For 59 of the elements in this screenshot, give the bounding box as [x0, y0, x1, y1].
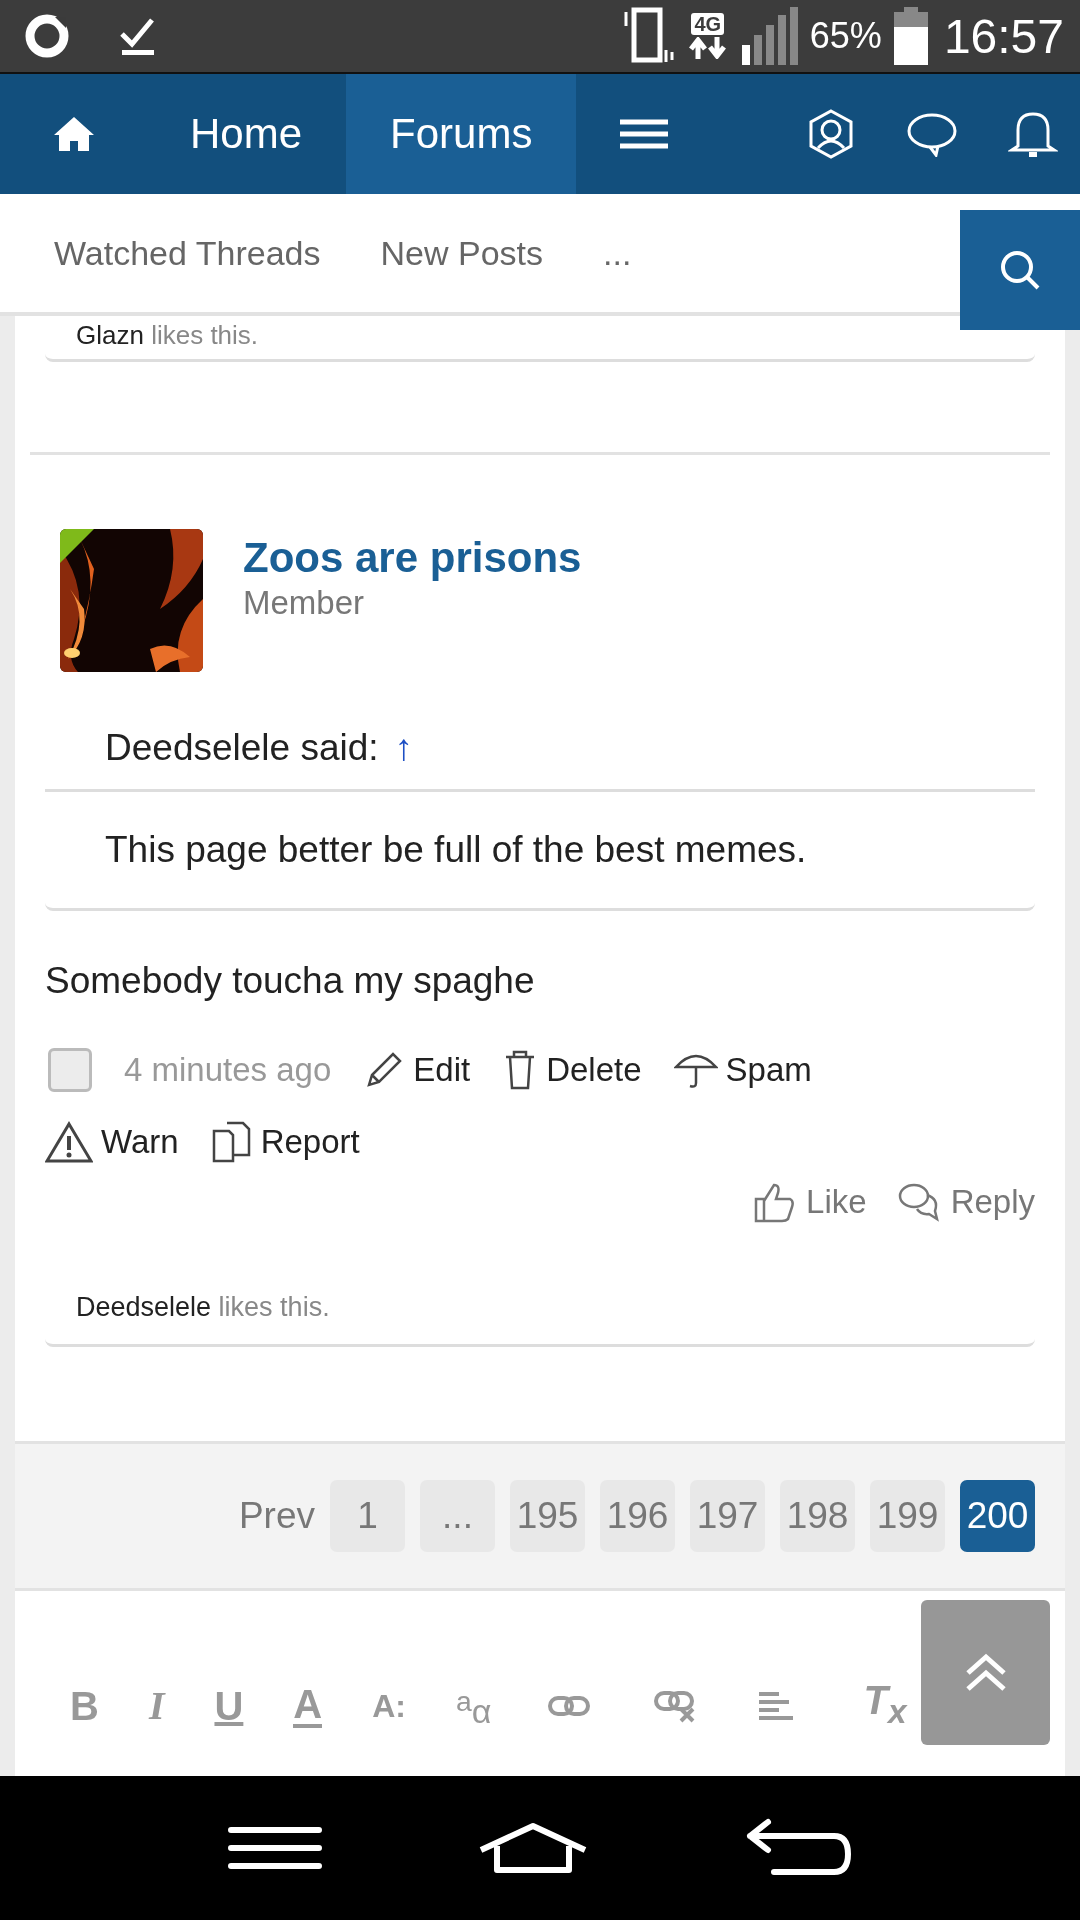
- quote-text: This page better be full of the best memes.: [105, 829, 807, 870]
- search-button[interactable]: [960, 210, 1080, 330]
- subnav-link[interactable]: New Posts: [380, 233, 543, 273]
- page-button[interactable]: 195: [510, 1480, 585, 1552]
- toolbar-button[interactable]: A: [293, 1684, 323, 1728]
- like-link[interactable]: Like: [752, 1178, 867, 1226]
- home-icon[interactable]: [477, 1822, 589, 1874]
- likes-summary: Glazn likes this.: [76, 320, 260, 350]
- quote-attribution: Deedselele said:: [105, 727, 379, 769]
- reply-link[interactable]: Reply: [896, 1178, 1035, 1226]
- toolbar-button[interactable]: T$_{x}$: [863, 1678, 907, 1734]
- link-icon[interactable]: [547, 1694, 592, 1718]
- page-button[interactable]: 200: [960, 1480, 1035, 1552]
- menu-icon[interactable]: [620, 119, 669, 149]
- page-button[interactable]: 197: [690, 1480, 765, 1552]
- speech-bubbles-icon: [896, 1181, 941, 1223]
- scroll-to-top-button[interactable]: [921, 1600, 1050, 1745]
- battery-percent: 65%: [809, 15, 882, 57]
- signal-icon: [739, 7, 798, 65]
- delete-link[interactable]: Delete: [502, 1046, 642, 1094]
- likes-summary: Deedselele likes this.: [76, 1292, 330, 1322]
- nav-tab[interactable]: Forums: [346, 74, 577, 194]
- toolbar-button[interactable]: A:: [372, 1684, 406, 1728]
- toolbar-button[interactable]: I: [148, 1684, 165, 1728]
- chat-bubble-icon[interactable]: [906, 111, 958, 157]
- report-link[interactable]: Report: [210, 1118, 360, 1166]
- page-button[interactable]: ...: [420, 1480, 495, 1552]
- back-icon[interactable]: [744, 1818, 853, 1878]
- network-type: 4G: [691, 13, 725, 35]
- page-button[interactable]: 199: [870, 1480, 945, 1552]
- warn-link[interactable]: Warn: [45, 1118, 179, 1166]
- page-button[interactable]: 196: [600, 1480, 675, 1552]
- page-button[interactable]: 1: [330, 1480, 405, 1552]
- home-icon[interactable]: [52, 115, 96, 153]
- toolbar-button[interactable]: $^{a}$α: [456, 1678, 492, 1734]
- select-checkbox[interactable]: [48, 1048, 92, 1092]
- spam-link[interactable]: Spam: [673, 1046, 812, 1094]
- toolbar-button[interactable]: U: [214, 1684, 244, 1728]
- toolbar-button[interactable]: B: [70, 1684, 99, 1728]
- document-icon: [210, 1121, 253, 1163]
- warning-icon: [45, 1121, 93, 1163]
- subnav-link[interactable]: ...: [603, 233, 632, 273]
- thumbs-up-icon: [752, 1181, 797, 1223]
- user-title: Member: [243, 583, 366, 623]
- prev-page-link[interactable]: Prev: [238, 1495, 315, 1537]
- search-icon: [998, 248, 1042, 292]
- subnav-link[interactable]: Watched Threads: [54, 233, 321, 273]
- data-arrows-icon: [687, 37, 728, 59]
- message-text: Somebody toucha my spaghe: [45, 960, 535, 1001]
- author-name[interactable]: Zoos are prisons: [243, 533, 582, 583]
- align-left-icon[interactable]: [759, 1691, 794, 1721]
- post-time: 4 minutes ago: [124, 1050, 332, 1090]
- nav-tab[interactable]: Home: [146, 74, 347, 194]
- edit-link[interactable]: Edit: [363, 1046, 471, 1094]
- page-button[interactable]: 198: [780, 1480, 855, 1552]
- recent-apps-icon[interactable]: [227, 1826, 322, 1870]
- clock: 16:57: [943, 8, 1064, 64]
- jump-link[interactable]: ↑: [394, 727, 414, 769]
- battery-icon: [893, 7, 928, 65]
